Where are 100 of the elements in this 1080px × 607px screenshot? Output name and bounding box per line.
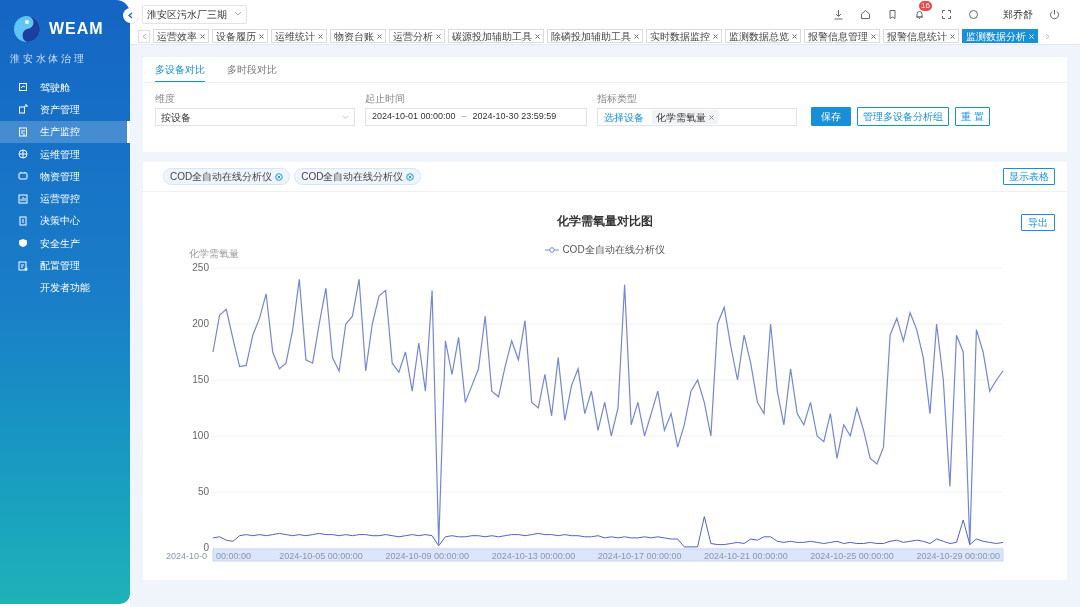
axis-title: 化学需氧量 — [189, 247, 239, 261]
page-tab[interactable]: 报警信息统计 — [883, 29, 959, 43]
axis-tick-label: 200 — [191, 318, 209, 330]
page-tab[interactable]: 运维统计 — [271, 29, 327, 43]
close-icon[interactable] — [377, 33, 382, 39]
sidebar-item[interactable]: 配置管理 — [0, 254, 130, 277]
power-icon[interactable] — [1049, 8, 1060, 20]
close-icon[interactable] — [259, 33, 264, 39]
axis-tick-label: 150 — [191, 374, 209, 386]
close-icon[interactable] — [200, 33, 205, 39]
remove-icon[interactable] — [275, 172, 284, 181]
plant-name: 淮安区污水厂三期 — [147, 7, 227, 22]
export-box-icon — [18, 104, 28, 115]
axis-tick-label: 00:00:00 — [216, 550, 252, 563]
shield-icon — [18, 238, 28, 249]
sub-tab[interactable]: 多时段对比 — [227, 62, 277, 82]
chevron-down-icon — [234, 11, 242, 17]
close-icon[interactable] — [436, 33, 441, 39]
sidebar-item[interactable]: 运维管理 — [0, 142, 130, 166]
axis-tick-label: 50 — [196, 486, 209, 498]
field-label: 维度 — [155, 92, 176, 106]
download-icon[interactable] — [833, 8, 844, 20]
show-table-button[interactable]: 显示表格 — [1003, 168, 1055, 185]
legend-line-icon — [545, 246, 560, 253]
range-separator: – — [461, 110, 467, 124]
axis-tick-label: 2024-10-05 00:00:00 — [279, 550, 363, 563]
chevron-left-icon — [141, 32, 147, 40]
sidebar-item[interactable]: 安全生产 — [0, 232, 130, 255]
axis-tick-label: 2024-10-21 00:00:00 — [704, 550, 788, 563]
user-name[interactable]: 郑乔舒 — [1003, 6, 1033, 22]
export-button[interactable]: 导出 — [1021, 214, 1055, 231]
remove-icon[interactable] — [406, 172, 415, 181]
dimension-select[interactable]: 按设备 — [155, 108, 355, 126]
sidebar-item[interactable]: 物资管理 — [0, 165, 130, 188]
close-icon[interactable] — [318, 33, 323, 39]
axis-tick-label: 2024-10-13 00:00:00 — [491, 550, 576, 563]
date-value: 2024-10-30 23:59:59 — [472, 110, 557, 124]
logo-text: WEAM — [49, 19, 104, 39]
sidebar-item[interactable]: 运营管控 — [0, 187, 130, 210]
chevron-left-icon — [128, 12, 133, 19]
field-label: 指标类型 — [597, 92, 638, 106]
device-chip[interactable]: COD全自动在线分析仪 — [294, 168, 422, 185]
bookmark-icon[interactable] — [887, 8, 898, 20]
close-icon[interactable] — [709, 114, 714, 120]
axis-tick-label: 0 — [202, 542, 209, 553]
bell-icon[interactable] — [914, 8, 925, 20]
action-button[interactable]: 重 置 — [955, 107, 990, 126]
close-icon[interactable] — [535, 33, 540, 39]
box-icon — [18, 171, 28, 182]
page-tab[interactable]: 监测数据总览 — [725, 29, 801, 43]
date-value: 2024-10-01 00:00:00 — [372, 110, 456, 124]
page-tab[interactable]: 运营分析 — [389, 29, 445, 43]
document-icon — [18, 215, 28, 226]
fullscreen-icon[interactable] — [941, 8, 952, 20]
close-icon[interactable] — [871, 33, 876, 39]
page-tab[interactable]: 碳源投加辅助工具 — [448, 29, 544, 43]
device-chip[interactable]: COD全自动在线分析仪 — [163, 168, 291, 185]
legend-item[interactable]: COD全自动在线分析仪 — [545, 242, 665, 257]
page-tab[interactable]: 实时数据监控 — [646, 29, 722, 43]
close-icon[interactable] — [634, 33, 639, 39]
sidebar-item[interactable]: 生产监控 — [0, 120, 130, 143]
sub-tab[interactable]: 多设备对比 — [155, 62, 205, 82]
axis-tick-label: 2024-10-25 00:00:00 — [810, 550, 894, 563]
date-range-field[interactable]: 2024-10-01 00:00:00 – 2024-10-30 23:59:59 — [365, 108, 587, 126]
select-device-link[interactable]: 选择设备 — [604, 109, 644, 125]
brand-subtitle: 淮 安 水 体 治 理 — [9, 52, 85, 66]
close-icon[interactable] — [713, 33, 718, 39]
page-tab[interactable]: 运营效率 — [153, 29, 209, 43]
globe-icon — [18, 149, 28, 160]
indicator-tag: 化学需氧量 — [652, 110, 718, 124]
home-icon[interactable] — [860, 8, 871, 20]
sidebar-item[interactable]: 开发者功能 — [0, 276, 130, 299]
page-tab[interactable]: 报警信息管理 — [804, 29, 880, 43]
axis-tick-label: 100 — [191, 430, 209, 442]
logo-icon — [13, 13, 41, 45]
sidebar-item[interactable]: 决策中心 — [0, 209, 130, 233]
close-icon[interactable] — [950, 33, 955, 39]
circle-icon[interactable] — [968, 8, 979, 20]
bar-chart-icon — [18, 193, 28, 204]
axis-tick-label: 2024-10-0 — [165, 551, 207, 563]
axis-tick-label: 2024-10-29 00:00:00 — [916, 550, 1001, 563]
document-icon — [18, 126, 28, 137]
page-tab[interactable]: 设备履历 — [212, 29, 268, 43]
action-button[interactable]: 管理多设备分析组 — [857, 107, 949, 126]
notification-badge: 16 — [919, 0, 932, 11]
zoom-slider[interactable] — [212, 548, 1004, 562]
plant-select[interactable]: 淮安区污水厂三期 — [142, 4, 247, 24]
sidebar-item[interactable]: 资产管理 — [0, 98, 130, 121]
field-label: 起止时间 — [365, 92, 406, 106]
axis-tick-label: 2024-10-17 00:00:00 — [597, 550, 682, 563]
close-icon[interactable] — [792, 33, 797, 39]
axis-tick-label: 2024-10-09 00:00:00 — [385, 550, 469, 563]
page-tab[interactable]: 除磷投加辅助工具 — [547, 29, 643, 43]
dashboard-icon — [18, 82, 28, 93]
axis-tick-label: 250 — [191, 262, 209, 274]
chart-title: 化学需氧量对比图 — [557, 213, 653, 230]
sidebar-item[interactable]: 驾驶舱 — [0, 76, 130, 99]
chevron-down-icon — [342, 114, 349, 120]
page-tab[interactable]: 物资台账 — [330, 29, 386, 43]
indicator-field[interactable]: 选择设备 化学需氧量 — [597, 108, 797, 126]
